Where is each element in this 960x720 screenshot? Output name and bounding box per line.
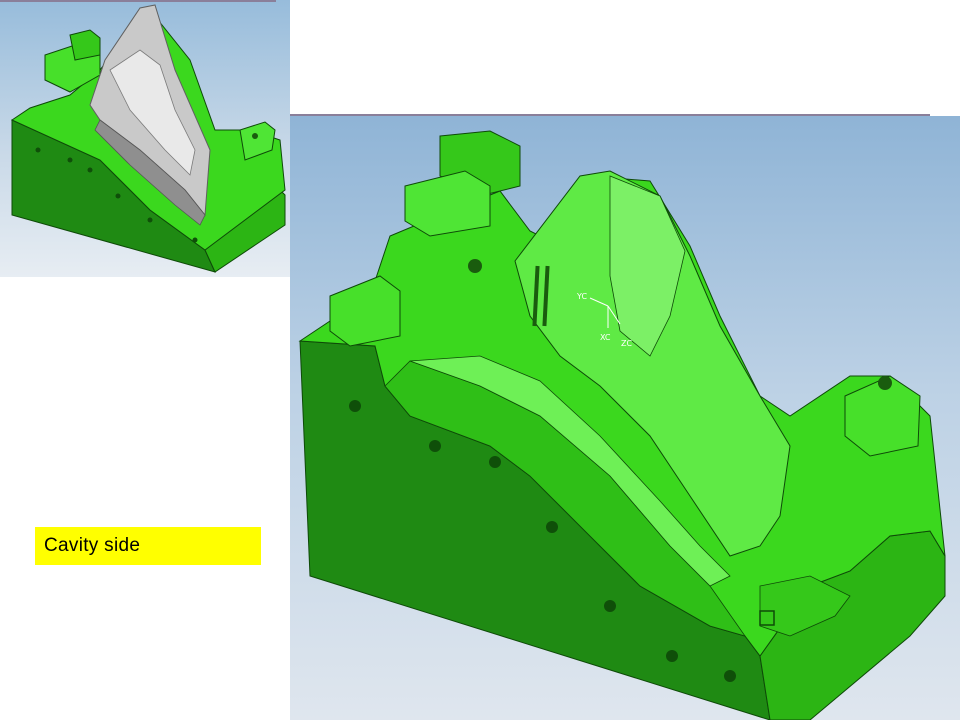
- main-viewport: YC XC ZC: [290, 116, 960, 720]
- triad-x-label: XC: [600, 333, 611, 342]
- thumbnail-mold-render: [10, 4, 286, 273]
- triad-z-label: ZC: [621, 339, 632, 348]
- triad-y-label: YC: [576, 292, 587, 301]
- main-mold-render: YC XC ZC: [298, 130, 946, 720]
- thumbnail-viewport: [0, 0, 290, 277]
- caption-label: Cavity side: [35, 527, 261, 565]
- caption-text: Cavity side: [44, 535, 141, 556]
